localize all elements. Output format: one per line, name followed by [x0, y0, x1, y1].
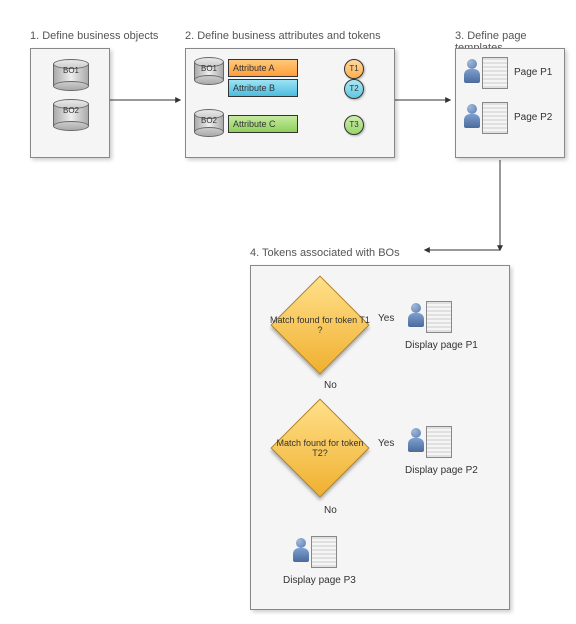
step2-bo1-label: BO1	[194, 64, 224, 73]
doc-icon	[311, 536, 337, 568]
step2-title: 2. Define business attributes and tokens	[185, 30, 381, 42]
yes-label: Yes	[378, 313, 394, 324]
token-t1: T1	[344, 59, 364, 79]
doc-icon	[426, 426, 452, 458]
bo1-label: BO1	[53, 66, 89, 75]
no-label: No	[324, 380, 337, 391]
step1-box: BO1 BO2	[30, 48, 110, 158]
step3-box: Page P1 Page P2	[455, 48, 565, 158]
no-label: No	[324, 505, 337, 516]
attr-a: Attribute A	[228, 59, 298, 77]
yes-label: Yes	[378, 438, 394, 449]
doc-icon	[482, 102, 508, 134]
attr-b: Attribute B	[228, 79, 298, 97]
doc-icon	[426, 301, 452, 333]
bo2-label: BO2	[53, 106, 89, 115]
step2-box: BO1 Attribute A Attribute B BO2 Attribut…	[185, 48, 395, 158]
step2-bo2: BO2	[194, 109, 224, 137]
step4-title: 4. Tokens associated with BOs	[250, 247, 400, 259]
display-p1-label: Display page P1	[405, 340, 478, 351]
doc-icon	[482, 57, 508, 89]
page-p2-label: Page P2	[514, 112, 552, 123]
page-p1-label: Page P1	[514, 67, 552, 78]
bo1-cyl: BO1	[53, 59, 89, 91]
attr-c: Attribute C	[228, 115, 298, 133]
step1-title: 1. Define business objects	[30, 30, 158, 42]
display-p2-label: Display page P2	[405, 465, 478, 476]
step2-bo2-label: BO2	[194, 116, 224, 125]
bo2-cyl: BO2	[53, 99, 89, 131]
token-t2: T2	[344, 79, 364, 99]
token-t3: T3	[344, 115, 364, 135]
step2-bo1: BO1	[194, 57, 224, 85]
display-p3-label: Display page P3	[283, 575, 356, 586]
